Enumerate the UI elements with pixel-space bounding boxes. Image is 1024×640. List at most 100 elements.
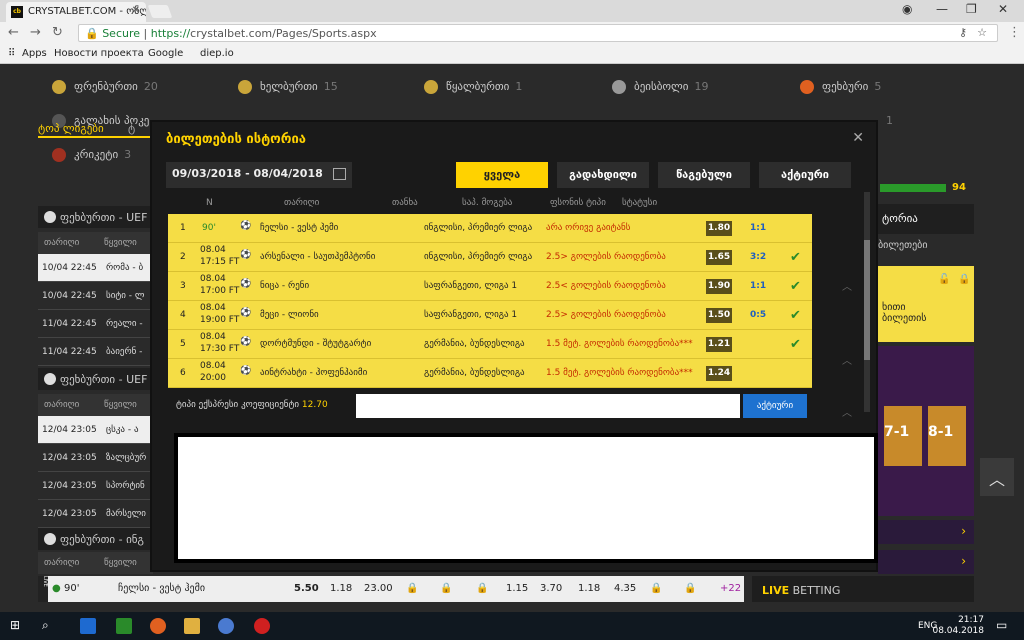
bet-row[interactable]: 3 08.04 17:00 FT ⚽ ნიცა - რენი საფრანგეთ… — [168, 272, 812, 301]
column-header: თარიღი წყვილი — [38, 394, 153, 416]
profile-icon[interactable]: ◉ — [902, 2, 912, 16]
chevron-up-icon[interactable]: ︿ — [842, 278, 852, 293]
explorer-icon[interactable] — [184, 618, 200, 634]
table-row[interactable]: 10/04 22:45 რომა - ბ — [38, 254, 153, 282]
bet-row[interactable]: 4 08.04 19:00 FT ⚽ მეცი - ლიონი საფრანგე… — [168, 301, 812, 330]
sport-handball[interactable]: ხელბურთი 15 — [238, 80, 338, 94]
table-row[interactable]: 11/04 22:45 ბაიერნ - — [38, 338, 153, 366]
sport-waterpolo[interactable]: წყალბურთი 1 — [424, 80, 522, 94]
bookmark-diep[interactable]: diep.io — [200, 48, 234, 59]
coef-label: კოეფიციენტი — [241, 400, 300, 410]
table-row[interactable]: 12/04 23:05 მარსელი — [38, 500, 153, 528]
live-match-row[interactable]: LIVE ● 90' ჩელსი - ვესტ ჰემი 5.50 1.18 2… — [38, 576, 744, 602]
sport-count: 3 — [124, 148, 132, 161]
chevron-up-icon[interactable]: ︿ — [842, 404, 852, 419]
forward-icon[interactable]: → — [30, 25, 41, 40]
unlock-icon[interactable]: 🔓 — [938, 274, 950, 285]
calendar-icon[interactable] — [333, 168, 346, 180]
sport-football[interactable]: ფეხბური 5 — [800, 80, 881, 94]
restore-icon[interactable]: ❐ — [966, 2, 977, 16]
sport-baseball[interactable]: ბეისბოლი 19 — [612, 80, 708, 94]
modal-scrollbar[interactable] — [864, 192, 870, 412]
filter-all-button[interactable]: ყველა — [456, 162, 548, 188]
clock[interactable]: 21:17 08.04.2018 — [932, 615, 984, 637]
row-odd: 1.65 — [706, 250, 732, 265]
table-row[interactable]: 12/04 23:05 ზალცბურ — [38, 444, 153, 472]
chevron-right-icon[interactable]: › — [878, 520, 974, 544]
football-icon: ⚽ — [240, 221, 252, 231]
promo-banner[interactable]: 7-1 8-1 — [878, 346, 974, 516]
table-row[interactable]: 11/04 22:45 რეალი - — [38, 310, 153, 338]
bet-row[interactable]: 5 08.04 17:30 FT ⚽ დორტმუნდი - შტუტგარტი… — [168, 330, 812, 359]
menu-icon[interactable]: ⋮ — [1008, 25, 1021, 40]
bet-row[interactable]: 1 90' ⚽ ჩელსი - ვესტ ჰემი ინგლისი, პრემი… — [168, 214, 812, 243]
odd-value[interactable]: 3.70 — [540, 583, 562, 594]
scrollbar-thumb[interactable] — [864, 240, 870, 360]
date-range-input[interactable]: 09/03/2018 - 08/04/2018 — [166, 162, 352, 188]
close-tab-icon[interactable]: ✕ — [132, 5, 140, 16]
odd-value[interactable]: 1.18 — [330, 583, 352, 594]
odd-value[interactable]: 23.00 — [364, 583, 393, 594]
chevron-up-icon[interactable]: ︿ — [842, 352, 852, 367]
odd-value[interactable]: 5.50 — [294, 583, 319, 594]
live-betting-panel[interactable]: LIVE BETTING — [752, 576, 974, 602]
table-row[interactable]: 10/04 22:45 სიტი - ლ — [38, 282, 153, 310]
close-icon[interactable]: ✕ — [852, 130, 864, 146]
filter-active-button[interactable]: აქტიური — [759, 162, 851, 188]
sport-cricket[interactable]: კრიკეტი 3 — [52, 148, 131, 162]
football-icon: ⚽ — [240, 366, 252, 376]
section-header[interactable]: ფეხბურთი - UEF — [38, 206, 153, 228]
bet-row[interactable]: 2 08.04 17:15 FT ⚽ არსენალი - საუთჰემპტო… — [168, 243, 812, 272]
chevron-right-icon[interactable]: › — [878, 550, 974, 574]
odd-value[interactable]: 4.35 — [614, 583, 636, 594]
apps-grid-icon[interactable]: ⠿ — [8, 48, 15, 59]
address-bar-row: ← → ↻ 🔒 Secure | https://crystalbet.com/… — [0, 22, 1024, 44]
back-icon[interactable]: ← — [8, 25, 19, 40]
filter-paid-button[interactable]: გადახდილი — [557, 162, 649, 188]
row-league: საფრანგეთი, ლიგა 1 — [424, 281, 518, 291]
bookmark-google[interactable]: Google — [148, 48, 183, 59]
bookmark-news[interactable]: Новости проекта — [54, 48, 144, 59]
url-input[interactable]: 🔒 Secure | https://crystalbet.com/Pages/… — [78, 24, 998, 42]
bookmark-apps[interactable]: Apps — [22, 48, 47, 59]
odd-value[interactable]: 1.15 — [506, 583, 528, 594]
firefox-icon[interactable] — [150, 618, 166, 634]
star-icon[interactable]: ☆ — [977, 26, 987, 39]
reload-icon[interactable]: ↻ — [52, 25, 63, 40]
browser-tab[interactable]: cb CRYSTALBET.COM - ონლ ✕ — [6, 2, 146, 22]
sport-count: 5 — [874, 80, 882, 93]
more-markets-button[interactable]: +22 — [720, 583, 741, 594]
live-match: ჩელსი - ვესტ ჰემი — [118, 583, 206, 594]
ticket-input[interactable] — [356, 394, 740, 418]
chrome-icon[interactable] — [218, 618, 234, 634]
lock-icon[interactable]: 🔒 — [958, 274, 970, 285]
right-header[interactable]: ტორია — [878, 204, 974, 234]
row-date: 08.04 — [200, 361, 226, 371]
notifications-icon[interactable]: ▭ — [996, 618, 1012, 634]
row-match: მეცი - ლიონი — [260, 310, 319, 320]
opera-icon[interactable] — [254, 618, 270, 634]
scroll-top-button[interactable]: ︿ — [980, 458, 1014, 496]
col-pair: წყვილი — [104, 400, 137, 410]
section-header[interactable]: ფეხბურთი - ინგ — [38, 528, 153, 550]
odd-value[interactable]: 1.18 — [578, 583, 600, 594]
section-header[interactable]: ფეხბურთი - UEF — [38, 368, 153, 390]
edge-icon[interactable] — [80, 618, 96, 634]
table-row[interactable]: 12/04 23:05 სპორტინ — [38, 472, 153, 500]
activate-button[interactable]: აქტიური — [743, 394, 807, 418]
table-row[interactable]: 12/04 23:05 ცსკა - ა — [38, 416, 153, 444]
search-icon[interactable]: ⌕ — [42, 618, 58, 634]
sport-label: ბეისბოლი — [634, 80, 689, 93]
windows-start-icon[interactable]: ⊞ — [10, 618, 26, 634]
sport-volleyball[interactable]: ფრენბურთი 20 — [52, 80, 158, 94]
key-icon[interactable]: ⚷ — [959, 26, 967, 39]
filter-lost-button[interactable]: წაგებული — [658, 162, 750, 188]
check-icon: ✔ — [790, 337, 801, 352]
right-bet-card[interactable]: ხითი ბილეთის 🔓 🔒 — [878, 266, 974, 342]
minimize-icon[interactable]: — — [936, 2, 948, 16]
excel-icon[interactable] — [116, 618, 132, 634]
football-icon: ⚽ — [240, 337, 252, 347]
bet-row[interactable]: 6 08.04 20:00 ⚽ აინტრახტი - ჰოფენჰაიმი გ… — [168, 359, 812, 388]
new-tab-button[interactable] — [147, 5, 173, 18]
close-window-icon[interactable]: ✕ — [998, 2, 1008, 16]
